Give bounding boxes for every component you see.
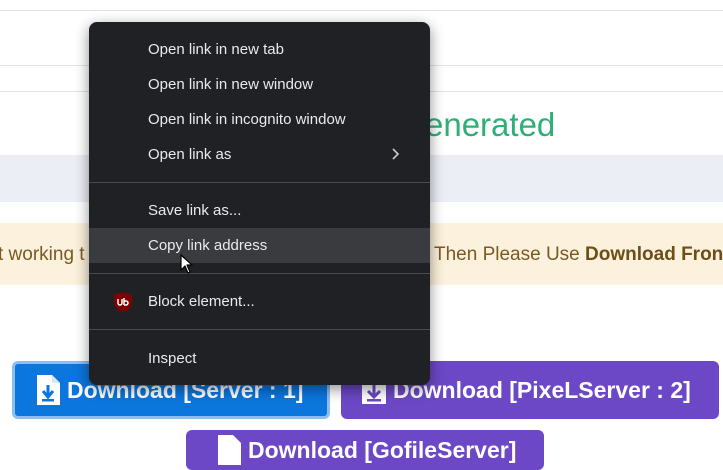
chevron-right-icon <box>392 148 400 160</box>
menu-item-open-new-window[interactable]: Open link in new window <box>89 67 430 102</box>
menu-item-inspect[interactable]: Inspect <box>89 341 430 376</box>
divider <box>0 10 723 11</box>
menu-item-open-incognito[interactable]: Open link in incognito window <box>89 102 430 137</box>
page-heading: enerated <box>425 106 556 143</box>
warning-text-left: t working t <box>0 244 85 265</box>
menu-item-label: Copy link address <box>148 237 268 254</box>
menu-separator <box>89 329 430 330</box>
file-download-icon <box>37 375 60 405</box>
menu-item-copy-link-address[interactable]: Copy link address <box>89 228 430 263</box>
warning-text-prefix: Then Please Use <box>434 244 586 265</box>
mouse-cursor-icon <box>180 254 193 274</box>
ublock-origin-icon <box>114 292 132 312</box>
download-gofile-label: Download [GofileServer] <box>248 436 517 463</box>
menu-item-label: Open link in incognito window <box>148 111 346 128</box>
warning-text-right: Then Please Use Download Fron <box>434 244 723 266</box>
menu-item-label: Open link in new window <box>148 76 314 93</box>
menu-item-label: Open link in new tab <box>148 41 284 58</box>
menu-item-label: Open link as <box>148 146 232 163</box>
context-menu: Open link in new tab Open link in new wi… <box>89 22 430 385</box>
menu-item-open-new-tab[interactable]: Open link in new tab <box>89 32 430 67</box>
menu-item-block-element[interactable]: Block element... <box>89 284 430 319</box>
menu-item-label: Block element... <box>148 293 255 310</box>
warning-text-bold: Download Fron <box>585 244 723 265</box>
menu-item-save-link-as[interactable]: Save link as... <box>89 193 430 228</box>
menu-separator <box>89 182 430 183</box>
download-gofile-button[interactable]: Download [GofileServer] <box>186 430 544 470</box>
menu-separator <box>89 273 430 274</box>
file-download-icon <box>218 435 241 465</box>
menu-item-label: Save link as... <box>148 202 242 219</box>
download-pixelserver-2-label: Download [PixeLServer : 2] <box>393 376 691 403</box>
menu-item-label: Inspect <box>148 350 197 367</box>
menu-item-open-link-as[interactable]: Open link as <box>89 137 430 172</box>
